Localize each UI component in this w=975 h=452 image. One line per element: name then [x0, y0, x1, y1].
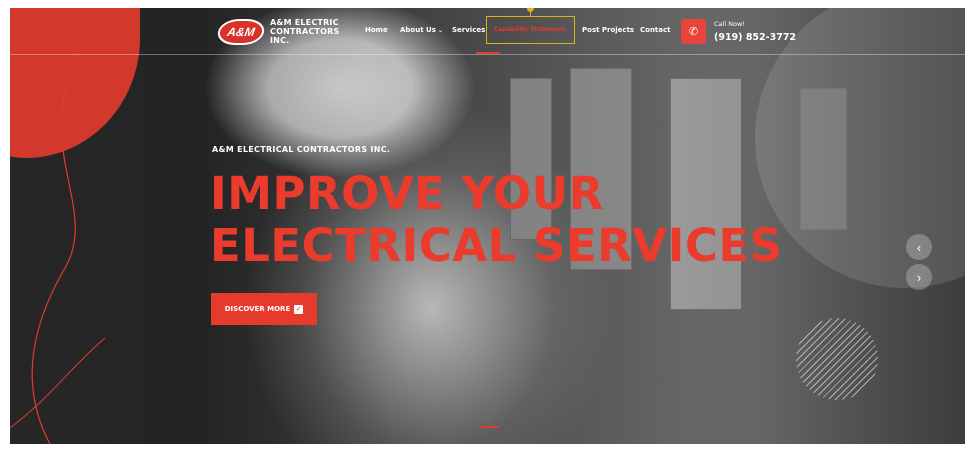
nav-item-contact[interactable]: Contact: [640, 26, 671, 34]
header-bar: A&M A&M ELECTRIC CONTRACTORS INC. Home A…: [10, 8, 965, 55]
slider-indicator[interactable]: [481, 426, 499, 428]
nav-item-home[interactable]: Home: [365, 26, 388, 34]
nav-item-label: Contact: [640, 26, 671, 34]
nav-item-services[interactable]: Services: [452, 26, 485, 34]
chevron-down-icon: ⌄: [437, 27, 443, 34]
logo-line-1: A&M ELECTRIC: [270, 18, 339, 27]
nav-item-about-us[interactable]: About Us ⌄: [400, 26, 443, 34]
hero-headline-line-2: ELECTRICAL SERVICES: [210, 219, 783, 272]
call-label: Call Now!: [714, 20, 745, 28]
slider-next-button[interactable]: ›: [906, 264, 932, 290]
phone-number-link[interactable]: (919) 852-3772: [714, 32, 796, 43]
hero-frame: A&M A&M ELECTRIC CONTRACTORS INC. Home A…: [10, 8, 965, 444]
discover-more-label: DISCOVER MORE: [224, 305, 291, 313]
hero-eyebrow: A&M ELECTRICAL CONTRACTORS INC.: [212, 145, 391, 154]
highlight-box: [486, 16, 575, 44]
pointer-marker-dot: [527, 8, 534, 12]
phone-icon[interactable]: ✆: [681, 19, 706, 44]
nav-item-label: Home: [365, 26, 388, 34]
active-nav-underline: [476, 52, 500, 54]
check-square-icon: ✓: [294, 304, 304, 314]
site-logo[interactable]: A&M A&M ELECTRIC CONTRACTORS INC.: [215, 18, 350, 45]
slider-prev-button[interactable]: ‹: [906, 234, 932, 260]
hero-headline: IMPROVE YOUR ELECTRICAL SERVICES: [210, 168, 783, 272]
discover-more-button[interactable]: DISCOVER MORE ✓: [211, 293, 317, 325]
logo-line-2: CONTRACTORS INC.: [270, 27, 340, 45]
logo-text: A&M ELECTRIC CONTRACTORS INC.: [270, 18, 350, 45]
nav-item-label: About Us: [400, 26, 436, 34]
nav-item-label: Services: [452, 26, 486, 34]
nav-item-post-projects[interactable]: Post Projects: [582, 26, 634, 34]
nav-item-label: Post Projects: [582, 26, 635, 34]
hero-headline-line-1: IMPROVE YOUR: [210, 167, 604, 220]
logo-mark-icon: A&M: [215, 18, 267, 45]
